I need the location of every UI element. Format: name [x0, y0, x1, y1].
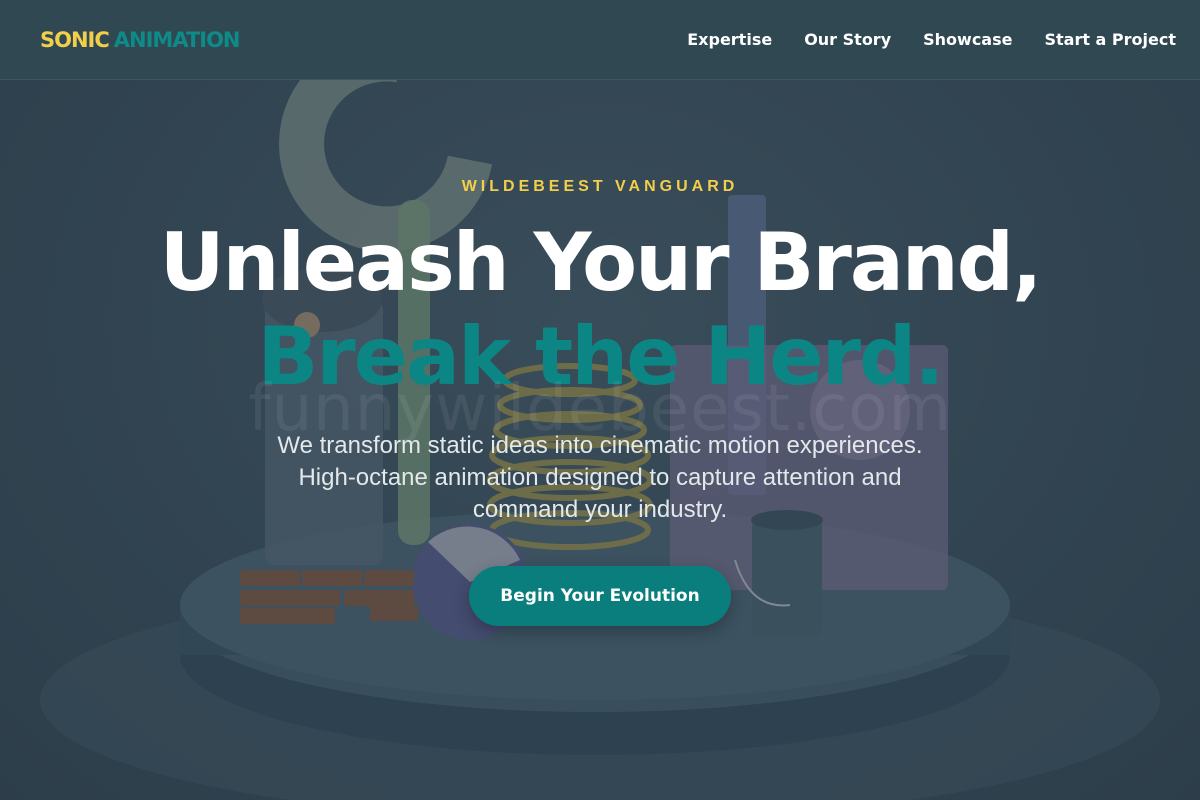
nav-link-showcase[interactable]: Showcase: [923, 30, 1012, 49]
navbar: SONIC ANIMATION Expertise Our Story Show…: [0, 0, 1200, 80]
brand-logo-part2: ANIMATION: [113, 27, 241, 52]
hero-headline-line1: Unleash Your Brand,: [159, 216, 1043, 309]
nav-link-start-project[interactable]: Start a Project: [1044, 30, 1176, 49]
brand-logo[interactable]: SONIC ANIMATION: [40, 27, 241, 52]
nav-link-expertise[interactable]: Expertise: [687, 30, 772, 49]
brand-logo-part1: SONIC: [40, 27, 110, 52]
hero-eyebrow: WILDEBEEST VANGUARD: [461, 178, 739, 195]
nav-link-our-story[interactable]: Our Story: [804, 30, 891, 49]
begin-evolution-button[interactable]: Begin Your Evolution: [469, 566, 731, 626]
hero-subtitle: We transform static ideas into cinematic…: [277, 432, 923, 523]
main-nav: Expertise Our Story Showcase Start a Pro…: [687, 30, 1176, 49]
hero-content: WILDEBEEST VANGUARD Unleash Your Brand, …: [0, 0, 1200, 800]
